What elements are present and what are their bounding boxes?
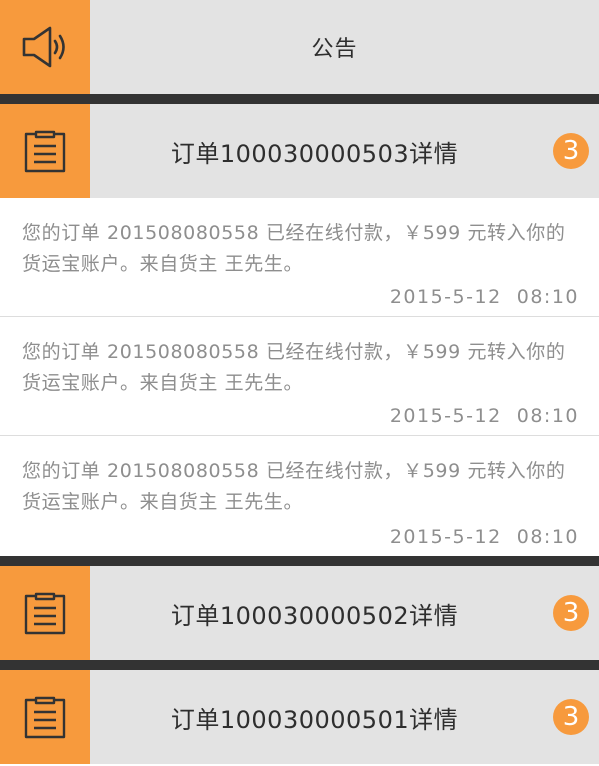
order-header-502[interactable]: 订单100030000502详情 3 [0, 566, 599, 660]
message-item[interactable]: 您的订单 201508080558 已经在线付款，￥599 元转入你的货运宝账户… [0, 198, 599, 317]
notice-header[interactable]: 公告 [0, 0, 599, 94]
message-list: 您的订单 201508080558 已经在线付款，￥599 元转入你的货运宝账户… [0, 198, 599, 556]
speaker-icon [22, 26, 65, 68]
notice-icon-box [0, 0, 90, 94]
message-text: 您的订单 201508080558 已经在线付款，￥599 元转入你的货运宝账户… [22, 222, 566, 275]
order-title: 订单100030000501详情 [170, 705, 459, 734]
count-badge: 3 [553, 133, 589, 169]
message-text: 您的订单 201508080558 已经在线付款，￥599 元转入你的货运宝账户… [22, 341, 566, 394]
clipboard-icon [24, 130, 66, 173]
order-icon-box [0, 104, 90, 198]
message-text: 您的订单 201508080558 已经在线付款，￥599 元转入你的货运宝账户… [22, 460, 566, 513]
message-item[interactable]: 您的订单 201508080558 已经在线付款，￥599 元转入你的货运宝账户… [0, 436, 599, 556]
order-header-503[interactable]: 订单100030000503详情 3 [0, 104, 599, 198]
order-title: 订单100030000503详情 [170, 139, 459, 168]
count-badge: 3 [553, 699, 589, 735]
message-time: 2015-5-12 08:10 [389, 526, 579, 548]
message-time: 2015-5-12 08:10 [389, 286, 579, 308]
separator [0, 556, 599, 566]
separator [0, 94, 599, 104]
order-icon-box [0, 566, 90, 660]
message-item[interactable]: 您的订单 201508080558 已经在线付款，￥599 元转入你的货运宝账户… [0, 317, 599, 436]
order-icon-box [0, 670, 90, 764]
notice-title: 公告 [311, 37, 358, 62]
order-title: 订单100030000502详情 [170, 601, 459, 630]
clipboard-icon [24, 696, 66, 739]
clipboard-icon [24, 592, 66, 635]
message-time: 2015-5-12 08:10 [389, 405, 579, 427]
order-header-501[interactable]: 订单100030000501详情 3 [0, 670, 599, 764]
separator [0, 660, 599, 670]
count-badge: 3 [553, 595, 589, 631]
